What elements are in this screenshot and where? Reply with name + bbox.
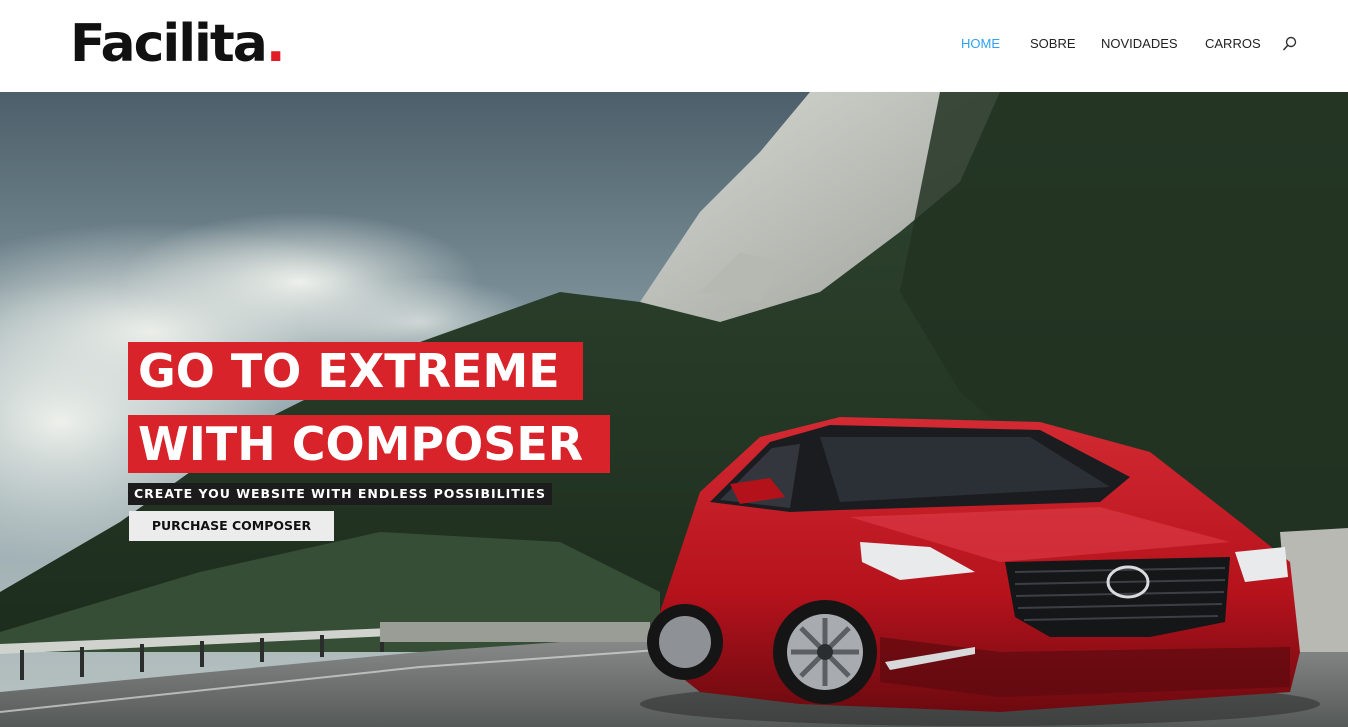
nav-item-carros[interactable]: CARROS: [1205, 36, 1261, 51]
nav-item-novidades[interactable]: NOVIDADES: [1101, 36, 1178, 51]
site-header: Facilita. HOME SOBRE NOVIDADES CARROS: [0, 0, 1348, 92]
hero-subheadline: CREATE YOU WEBSITE WITH ENDLESS POSSIBIL…: [128, 483, 552, 505]
search-icon[interactable]: [1282, 36, 1298, 52]
hero-banner: GO TO EXTREME WITH COMPOSER CREATE YOU W…: [0, 92, 1348, 727]
nav-item-home[interactable]: HOME: [961, 36, 1000, 51]
logo-dot: .: [265, 14, 286, 74]
nav-item-sobre[interactable]: SOBRE: [1030, 36, 1076, 51]
hero-background-image: [0, 92, 1348, 727]
site-logo[interactable]: Facilita.: [70, 14, 286, 74]
logo-text: Facilita: [70, 14, 268, 74]
purchase-composer-button[interactable]: PURCHASE COMPOSER: [129, 511, 334, 541]
hero-headline-line-1: GO TO EXTREME: [128, 342, 583, 400]
hero-headline-line-2: WITH COMPOSER: [128, 415, 610, 473]
